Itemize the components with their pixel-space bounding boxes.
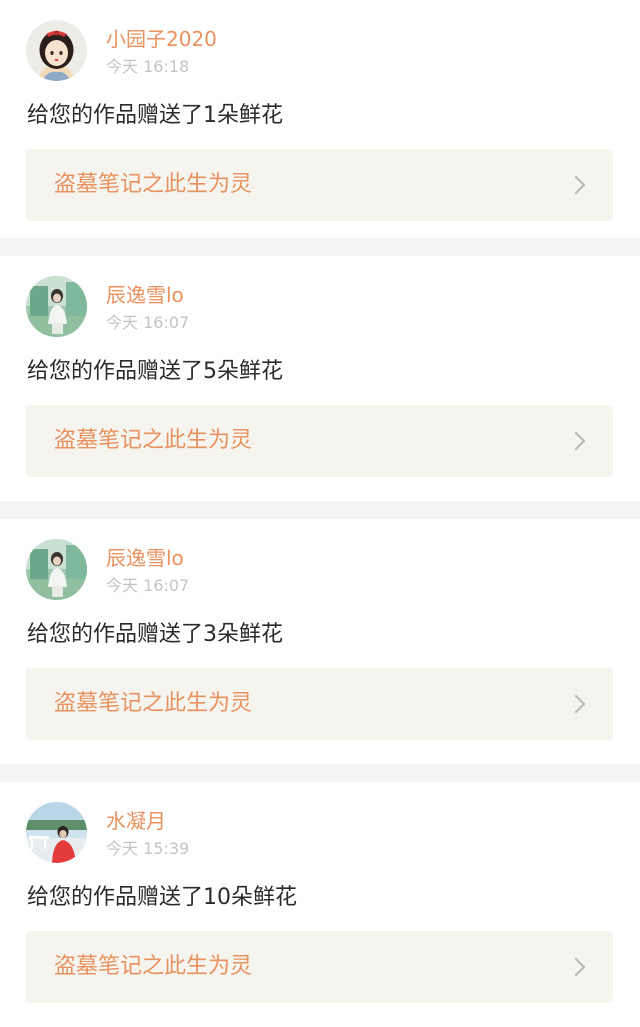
gift-message: 给您的作品赠送了1朵鲜花 [27, 103, 283, 128]
notification-card: 辰逸雪lo 今天 16:07 给您的作品赠送了3朵鲜花 盗墓笔记之此生为灵 [0, 519, 640, 764]
avatar-girl-icon [26, 20, 87, 81]
user-avatar[interactable] [26, 276, 87, 337]
work-link-button[interactable]: 盗墓笔记之此生为灵 [26, 405, 613, 477]
timestamp: 今天 16:07 [106, 313, 190, 332]
user-avatar[interactable] [26, 802, 87, 863]
work-title: 盗墓笔记之此生为灵 [54, 691, 253, 716]
timestamp: 今天 16:18 [106, 57, 190, 76]
user-avatar[interactable] [26, 539, 87, 600]
work-link-button[interactable]: 盗墓笔记之此生为灵 [26, 149, 613, 221]
gift-message: 给您的作品赠送了10朵鲜花 [27, 885, 297, 910]
username[interactable]: 辰逸雪lo [106, 546, 184, 570]
work-title: 盗墓笔记之此生为灵 [54, 172, 253, 197]
notification-card: 辰逸雪lo 今天 16:07 给您的作品赠送了5朵鲜花 盗墓笔记之此生为灵 [0, 256, 640, 501]
notification-card: 小园子2020 今天 16:18 给您的作品赠送了1朵鲜花 盗墓笔记之此生为灵 [0, 0, 640, 238]
timestamp: 今天 16:07 [106, 576, 190, 595]
timestamp: 今天 15:39 [106, 839, 190, 858]
user-avatar[interactable] [26, 20, 87, 81]
avatar-photo-icon [26, 276, 87, 337]
username[interactable]: 辰逸雪lo [106, 283, 184, 307]
notification-feed: 小园子2020 今天 16:18 给您的作品赠送了1朵鲜花 盗墓笔记之此生为灵 [0, 0, 640, 1027]
work-title: 盗墓笔记之此生为灵 [54, 428, 253, 453]
gift-message: 给您的作品赠送了5朵鲜花 [27, 359, 283, 384]
notification-card: 水凝月 今天 15:39 给您的作品赠送了10朵鲜花 盗墓笔记之此生为灵 [0, 782, 640, 1027]
avatar-photo-icon [26, 802, 87, 863]
avatar-photo-icon [26, 539, 87, 600]
chevron-right-icon [574, 431, 586, 451]
chevron-right-icon [574, 957, 586, 977]
username[interactable]: 水凝月 [106, 809, 166, 833]
work-title: 盗墓笔记之此生为灵 [54, 954, 253, 979]
work-link-button[interactable]: 盗墓笔记之此生为灵 [26, 668, 613, 740]
gift-message: 给您的作品赠送了3朵鲜花 [27, 622, 283, 647]
chevron-right-icon [574, 694, 586, 714]
username[interactable]: 小园子2020 [106, 27, 217, 51]
work-link-button[interactable]: 盗墓笔记之此生为灵 [26, 931, 613, 1003]
chevron-right-icon [574, 175, 586, 195]
